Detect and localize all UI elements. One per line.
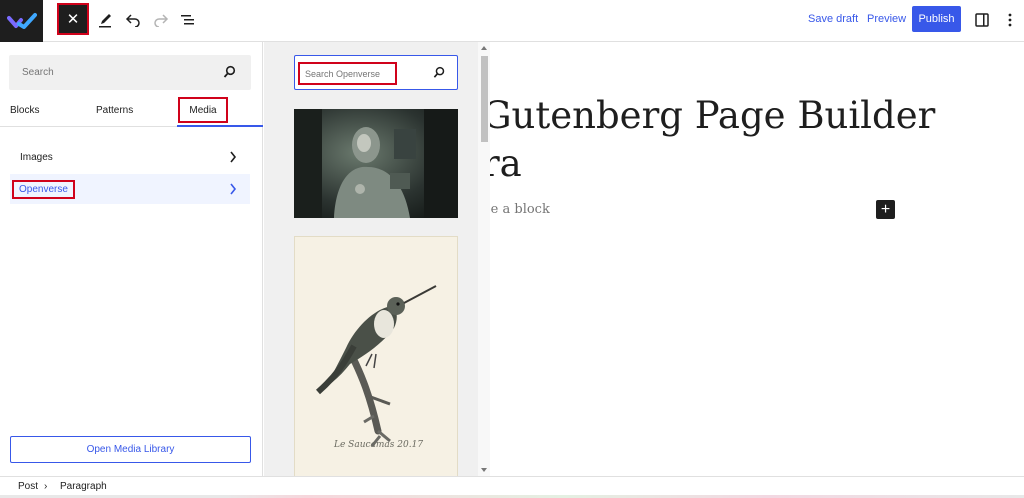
tab-blocks[interactable]: Blocks xyxy=(10,105,39,116)
block-breadcrumb: Post › Paragraph xyxy=(0,476,1024,498)
sidebar-toggle-icon xyxy=(975,13,989,27)
post-title[interactable]: Gutenberg Page Builder ra xyxy=(490,92,1022,188)
scroll-up-icon[interactable] xyxy=(481,46,487,50)
inserter-search xyxy=(9,55,251,90)
tools-button[interactable] xyxy=(94,5,116,35)
block-inserter-panel: Blocks Patterns Media Images Openverse O… xyxy=(0,42,263,476)
publish-button[interactable]: Publish xyxy=(912,6,961,32)
empty-paragraph-placeholder[interactable]: se a block xyxy=(490,202,550,217)
site-logo[interactable] xyxy=(0,0,43,42)
logo-icon xyxy=(6,13,37,29)
chevron-right-icon xyxy=(230,183,237,195)
open-media-library-button[interactable]: Open Media Library xyxy=(10,436,251,463)
openverse-search xyxy=(294,55,458,90)
media-category-label: Images xyxy=(20,151,53,163)
post-title-line: ra xyxy=(490,142,522,185)
scrollbar-thumb[interactable] xyxy=(481,56,488,142)
media-category-openverse[interactable]: Openverse xyxy=(10,174,250,204)
astronaut-photo-image xyxy=(294,109,458,218)
inserter-tabs: Blocks Patterns Media xyxy=(0,97,263,127)
undo-icon xyxy=(125,14,140,27)
openverse-search-input[interactable] xyxy=(298,62,397,85)
openverse-result-hummingbird[interactable]: Le Saucamas 20.17 xyxy=(294,236,458,476)
media-category-images[interactable]: Images xyxy=(10,142,250,172)
openverse-media-panel: Le Saucamas 20.17 xyxy=(264,42,490,476)
tab-patterns[interactable]: Patterns xyxy=(96,105,133,116)
settings-button[interactable] xyxy=(971,5,993,35)
breadcrumb-paragraph[interactable]: Paragraph xyxy=(60,481,107,492)
breadcrumb-post[interactable]: Post xyxy=(18,481,38,492)
media-scrollbar[interactable] xyxy=(478,42,490,476)
active-tab-indicator xyxy=(177,125,263,127)
openverse-result-astronaut[interactable] xyxy=(294,109,458,218)
list-view-icon xyxy=(181,15,194,25)
plus-icon: + xyxy=(880,200,891,218)
chevron-right-icon xyxy=(230,151,237,163)
options-button[interactable] xyxy=(1000,5,1020,35)
redo-button[interactable] xyxy=(150,5,172,35)
undo-button[interactable] xyxy=(122,5,144,35)
inserter-search-input[interactable] xyxy=(9,55,219,90)
media-category-label: Openverse xyxy=(12,179,75,199)
add-block-button[interactable]: + xyxy=(876,200,895,219)
search-icon xyxy=(223,65,236,78)
close-inserter-button[interactable]: ✕ xyxy=(57,3,89,35)
preview-button[interactable]: Preview xyxy=(867,13,906,25)
redo-icon xyxy=(154,14,169,27)
more-vertical-icon xyxy=(1008,13,1012,27)
save-draft-button[interactable]: Save draft xyxy=(808,13,858,25)
tab-media[interactable]: Media xyxy=(178,97,228,123)
close-icon: ✕ xyxy=(66,11,80,28)
illustration-caption: Le Saucamas 20.17 xyxy=(334,440,424,450)
pencil-icon xyxy=(99,14,111,28)
document-overview-button[interactable] xyxy=(177,5,199,35)
search-icon xyxy=(433,66,445,78)
editor-header: ✕ Save draft Preview Publish xyxy=(0,0,1024,42)
breadcrumb-separator-icon: › xyxy=(44,481,48,492)
editor-canvas: Gutenberg Page Builder ra se a block + xyxy=(490,42,1024,476)
scroll-down-icon[interactable] xyxy=(481,468,487,472)
post-title-line: Gutenberg Page Builder xyxy=(490,94,936,137)
